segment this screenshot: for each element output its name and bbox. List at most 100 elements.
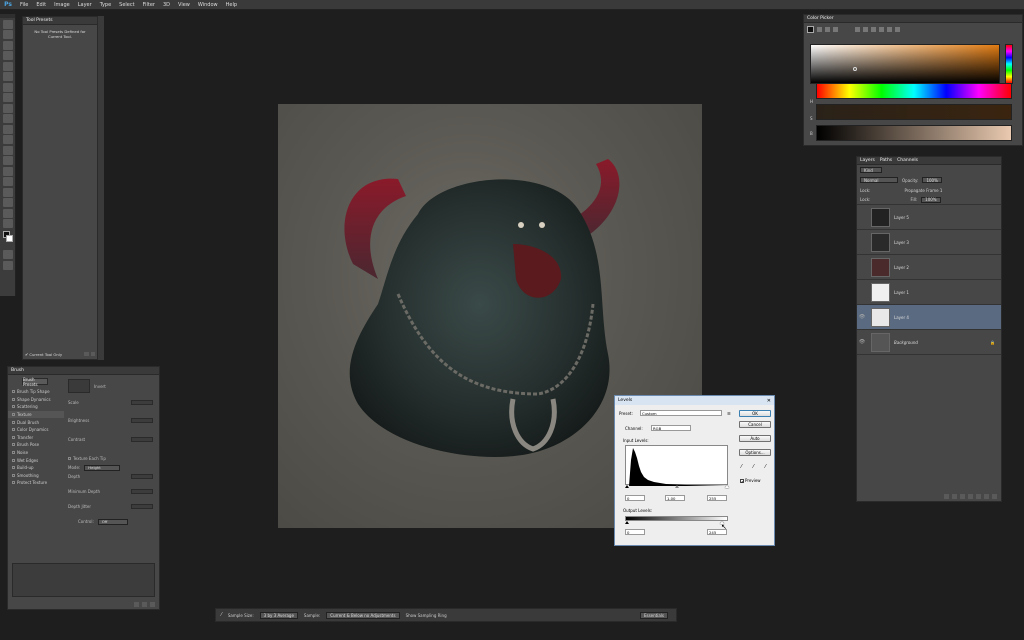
dodge-tool-icon[interactable] (3, 156, 13, 165)
brush-item[interactable]: Protect Texture (8, 479, 64, 487)
workspace-dropdown[interactable]: Essentials (639, 611, 668, 619)
brush-presets-button[interactable]: Brush Presets (22, 377, 48, 387)
opacity-field[interactable]: 100% (922, 177, 942, 183)
checkbox[interactable] (12, 428, 15, 432)
brush-item[interactable]: Noise (8, 449, 64, 457)
black-eyedropper-icon[interactable]: ⁄ (741, 464, 742, 470)
checkbox[interactable] (12, 443, 15, 447)
mode-icon[interactable] (863, 26, 868, 32)
input-white-field[interactable]: 255 (707, 495, 727, 501)
mode-icon[interactable] (871, 26, 876, 32)
brush-item[interactable]: Brush Tip Shape (8, 388, 64, 396)
menu-filter[interactable]: Filter (139, 2, 159, 8)
add-mask-icon[interactable] (960, 494, 965, 499)
brush-item[interactable]: Brush Pose (8, 441, 64, 449)
preset-options-icon[interactable]: ☰ (727, 411, 731, 416)
layer-row[interactable]: Layer 1 (857, 280, 1001, 305)
checkbox[interactable] (12, 481, 15, 485)
mode-icon[interactable] (817, 26, 822, 32)
preset-dropdown[interactable]: Custom (640, 410, 722, 416)
pattern-swatch[interactable] (68, 379, 90, 393)
blend-mode-dropdown[interactable]: Normal (860, 177, 898, 183)
brush-item[interactable]: Dual Brush (8, 418, 64, 426)
crop-tool-icon[interactable] (3, 61, 13, 71)
layer-row[interactable]: Layer 3 (857, 230, 1001, 255)
history-brush-tool-icon[interactable] (3, 114, 13, 123)
menu-view[interactable]: View (174, 2, 194, 8)
saturation-slider[interactable] (816, 104, 1012, 120)
checkbox[interactable] (12, 435, 15, 439)
black-point-handle[interactable] (625, 485, 629, 488)
panel-dock-strip[interactable] (98, 16, 104, 360)
ok-button[interactable]: OK (739, 410, 771, 417)
auto-button[interactable]: Auto (739, 435, 771, 442)
depth-field[interactable] (131, 474, 153, 479)
mode-icon[interactable] (825, 26, 830, 32)
trash-icon[interactable] (992, 494, 997, 499)
checkbox[interactable] (68, 457, 71, 460)
healing-brush-tool-icon[interactable] (3, 82, 13, 92)
fx-icon[interactable] (952, 494, 957, 499)
eye-icon[interactable]: 👁 (857, 339, 867, 345)
show-sampling-ring-checkbox[interactable]: Show Sampling Ring (406, 613, 447, 618)
brush-item[interactable]: Color Dynamics (8, 426, 64, 434)
toggle-preview-icon[interactable] (134, 602, 139, 607)
blur-tool-icon[interactable] (3, 145, 13, 155)
menu-image[interactable]: Image (50, 2, 74, 8)
current-tool-only-row[interactable]: ✔ Current Tool Only (25, 351, 95, 357)
pen-tool-icon[interactable] (3, 166, 13, 176)
fill-field[interactable]: 100% (921, 196, 941, 203)
input-gamma-field[interactable]: 1.00 (665, 495, 685, 501)
tab-paths[interactable]: Paths (880, 158, 892, 163)
type-tool-icon[interactable] (3, 177, 13, 186)
tab-color-picker[interactable]: Color Picker (804, 15, 1022, 23)
mode-icon[interactable] (887, 26, 892, 32)
marquee-tool-icon[interactable] (3, 30, 13, 39)
depth-jitter-field[interactable] (131, 504, 153, 509)
checkbox[interactable] (12, 405, 15, 409)
mode-dropdown[interactable]: Height (84, 464, 121, 471)
eyedropper-tool-icon[interactable] (3, 72, 13, 81)
scale-field[interactable] (131, 400, 153, 405)
white-eyedropper-icon[interactable]: ⁄ (765, 464, 766, 470)
brush-item-selected[interactable]: Texture (8, 410, 64, 419)
sample-dropdown[interactable]: Current & Below no Adjustments (326, 611, 400, 619)
white-point-handle[interactable] (725, 485, 729, 488)
new-group-icon[interactable] (976, 494, 981, 499)
link-layers-icon[interactable] (944, 494, 949, 499)
new-layer-icon[interactable] (984, 494, 989, 499)
layer-row[interactable]: 👁 Background 🔒 (857, 330, 1001, 355)
tab-channels[interactable]: Channels (897, 158, 918, 163)
shape-tool-icon[interactable] (3, 198, 13, 207)
hue-strip[interactable] (1005, 44, 1013, 84)
menu-3d[interactable]: 3D (159, 2, 174, 8)
mode-icon[interactable] (855, 26, 860, 32)
eyedropper-icon[interactable]: ⁄ (221, 612, 222, 618)
checkbox[interactable] (12, 466, 15, 470)
tab-layers[interactable]: Layers (860, 158, 875, 163)
eye-icon[interactable]: 👁 (857, 314, 867, 320)
checkbox[interactable] (12, 451, 15, 455)
adjustment-layer-icon[interactable] (968, 494, 973, 499)
hue-slider[interactable] (816, 83, 1012, 99)
clone-stamp-tool-icon[interactable] (3, 103, 13, 113)
close-icon[interactable]: ✕ (767, 398, 771, 404)
menu-layer[interactable]: Layer (74, 2, 96, 8)
texture-each-tip-row[interactable]: Texture Each Tip (68, 454, 157, 463)
menu-help[interactable]: Help (222, 2, 241, 8)
levels-titlebar[interactable]: Levels ✕ (615, 396, 774, 405)
brush-item[interactable]: Transfer (8, 434, 64, 442)
channel-dropdown[interactable]: RGB (651, 425, 691, 431)
mode-icon[interactable] (895, 26, 900, 32)
menu-select[interactable]: Select (115, 2, 138, 8)
layer-row[interactable]: Layer 5 (857, 205, 1001, 230)
checkbox[interactable] (12, 473, 15, 477)
brush-item[interactable]: Wet Edges (8, 456, 64, 464)
quick-select-tool-icon[interactable] (3, 51, 13, 60)
checkbox[interactable] (12, 458, 15, 462)
output-black-handle[interactable] (625, 521, 629, 524)
layer-row[interactable]: Layer 2 (857, 255, 1001, 280)
contrast-field[interactable] (131, 437, 153, 442)
checkbox[interactable] (12, 397, 15, 401)
checkbox[interactable] (12, 390, 15, 394)
